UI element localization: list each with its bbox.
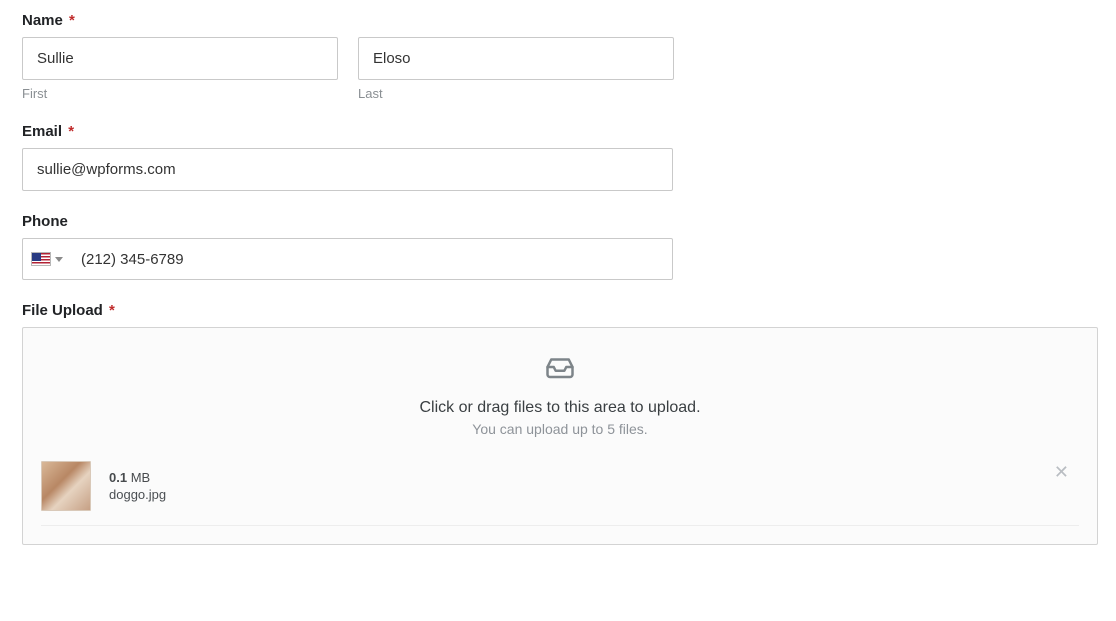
required-indicator: * [109, 302, 115, 319]
file-upload-field: File Upload * Click or drag files to thi… [22, 302, 1098, 545]
chevron-down-icon [55, 257, 63, 262]
name-label: Name * [22, 12, 1098, 29]
email-label-text: Email [22, 123, 62, 140]
file-upload-dropzone[interactable]: Click or drag files to this area to uplo… [22, 327, 1098, 545]
required-indicator: * [69, 12, 75, 29]
file-size-num: 0.1 [109, 470, 127, 485]
required-indicator: * [68, 123, 74, 140]
email-input[interactable] [22, 148, 673, 191]
file-name: doggo.jpg [109, 487, 166, 502]
upload-limit-text: You can upload up to 5 files. [472, 421, 647, 437]
us-flag-icon [31, 252, 51, 266]
first-sublabel: First [22, 86, 338, 101]
file-size: 0.1 MB [109, 470, 166, 485]
phone-country-select[interactable] [23, 239, 71, 279]
email-label: Email * [22, 123, 1098, 140]
name-label-text: Name [22, 12, 63, 29]
name-field: Name * First Last [22, 12, 1098, 101]
last-name-input[interactable] [358, 37, 674, 80]
first-name-input[interactable] [22, 37, 338, 80]
file-upload-label-text: File Upload [22, 302, 103, 319]
file-thumbnail [41, 461, 91, 511]
upload-instruction: Click or drag files to this area to uplo… [419, 399, 700, 417]
file-size-unit: MB [127, 470, 150, 485]
remove-file-button[interactable]: ✕ [1050, 459, 1073, 485]
last-sublabel: Last [358, 86, 674, 101]
phone-input[interactable] [71, 239, 672, 279]
file-upload-label: File Upload * [22, 302, 1098, 319]
uploaded-file-row: 0.1 MB doggo.jpg ✕ [41, 449, 1079, 526]
phone-field: Phone [22, 213, 1098, 280]
phone-label: Phone [22, 213, 1098, 230]
close-icon: ✕ [1054, 462, 1069, 482]
upload-tray-icon [545, 352, 575, 387]
phone-label-text: Phone [22, 213, 68, 230]
email-field: Email * [22, 123, 1098, 191]
